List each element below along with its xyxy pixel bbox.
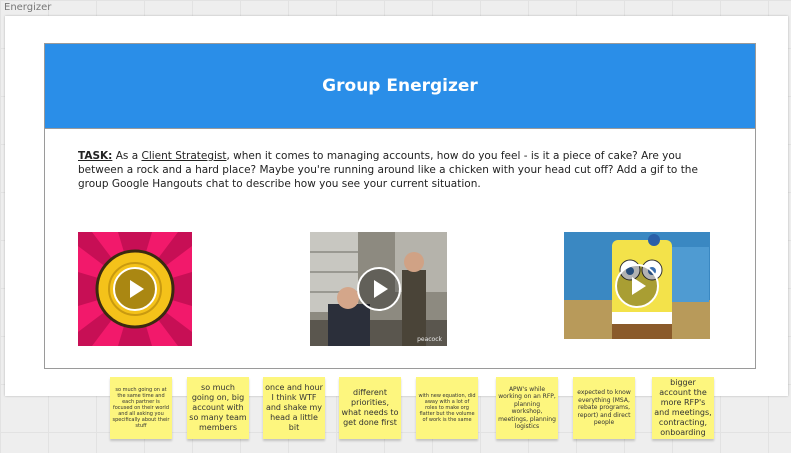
sticky-note[interactable]: different priorities, what needs to get …: [339, 377, 401, 439]
sticky-text: expected to know everything (MSA, rebate…: [577, 389, 631, 427]
sticky-note[interactable]: so much going on at the same time and ea…: [110, 377, 172, 439]
task-label: TASK:: [78, 150, 113, 162]
pink-sun-gif[interactable]: [78, 232, 192, 346]
frame-label[interactable]: Energizer: [4, 2, 51, 13]
sticky-text: with new equation, did away with a lot o…: [418, 393, 476, 423]
play-icon[interactable]: [113, 267, 157, 311]
sticky-note[interactable]: bigger account the more RFP's and meetin…: [652, 377, 714, 439]
task-as: As a: [112, 150, 142, 162]
sticky-note[interactable]: APW's while working on an RFP, planning …: [496, 377, 558, 439]
gif-watermark: peacock: [417, 336, 442, 343]
sticky-text: bigger account the more RFP's and meetin…: [654, 378, 712, 437]
sticky-text: APW's while working on an RFP, planning …: [498, 385, 556, 431]
card-title: Group Energizer: [322, 76, 478, 96]
play-icon[interactable]: [356, 267, 401, 311]
task-role: Client Strategist: [141, 150, 227, 162]
sticky-text: so much going on at the same time and ea…: [112, 387, 170, 429]
sticky-note[interactable]: with new equation, did away with a lot o…: [416, 377, 478, 439]
sticky-text: once and hour I think WTF and shake my h…: [265, 383, 323, 432]
play-icon[interactable]: [615, 263, 659, 308]
card-header: Group Energizer: [45, 44, 755, 129]
sticky-note[interactable]: expected to know everything (MSA, rebate…: [573, 377, 635, 439]
sticky-text: so much going on, big account with so ma…: [189, 383, 247, 432]
sticky-note[interactable]: once and hour I think WTF and shake my h…: [263, 377, 325, 439]
spongebob-gif[interactable]: [564, 232, 710, 339]
sticky-text: different priorities, what needs to get …: [341, 388, 399, 427]
sticky-note[interactable]: so much going on, big account with so ma…: [187, 377, 249, 439]
office-scene-gif[interactable]: peacock: [310, 232, 447, 346]
task-text: TASK: As a Client Strategist, when it co…: [78, 149, 728, 191]
